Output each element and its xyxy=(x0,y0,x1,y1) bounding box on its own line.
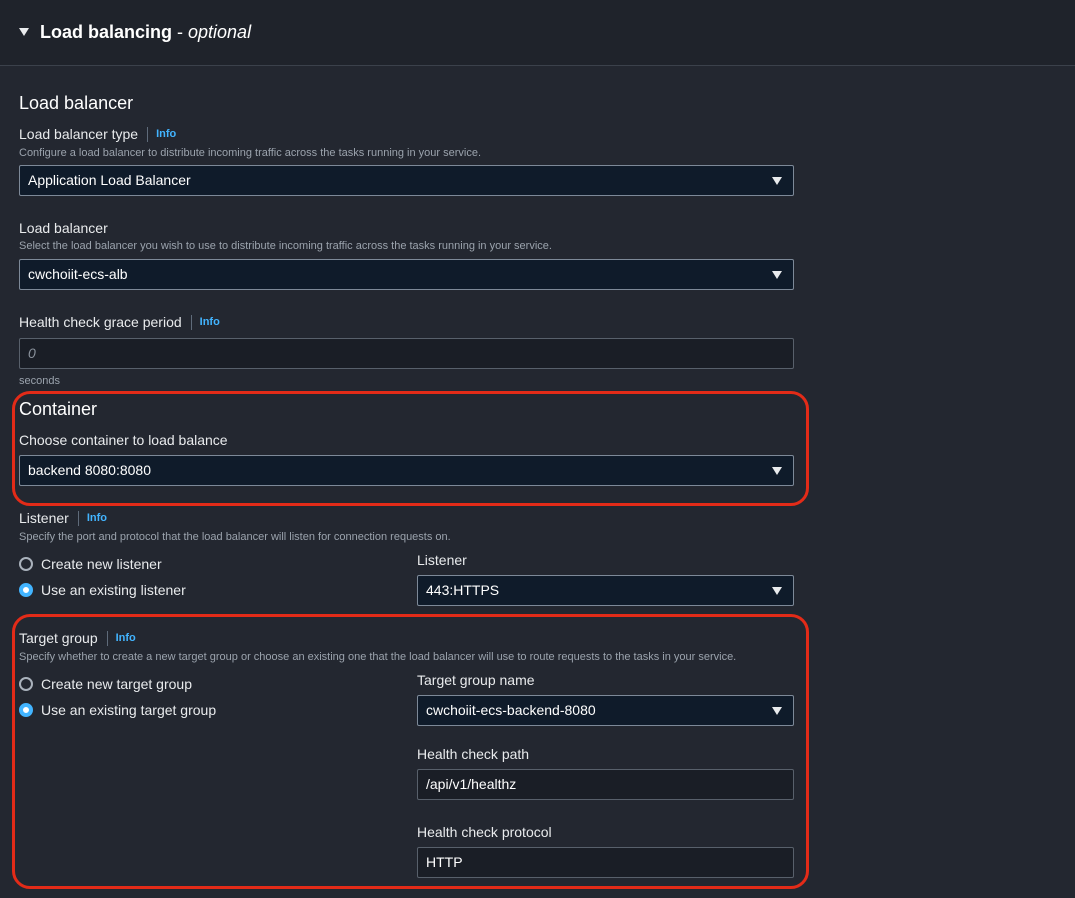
health-check-path-label: Health check path xyxy=(417,746,530,762)
target-group-name-select[interactable]: cwchoiit-ecs-backend-8080 xyxy=(417,695,794,726)
grace-period-input[interactable]: 0 xyxy=(19,338,794,369)
divider xyxy=(190,314,192,330)
container-select[interactable]: backend 8080:8080 xyxy=(19,455,794,486)
listener-info-link[interactable]: Info xyxy=(87,512,107,524)
dropdown-arrow-icon xyxy=(772,587,782,595)
radio-button-icon[interactable] xyxy=(19,557,33,571)
section-header[interactable]: Load balancing - optional xyxy=(0,0,1075,66)
lb-type-label-row: Load balancer type Info xyxy=(19,126,176,142)
dropdown-arrow-icon xyxy=(772,271,782,279)
radio-button-selected-icon[interactable] xyxy=(19,703,33,717)
health-check-path-value: /api/v1/healthz xyxy=(426,776,517,792)
target-group-label: Target group xyxy=(19,630,98,646)
lb-type-label: Load balancer type xyxy=(19,126,139,142)
health-check-protocol-value: HTTP xyxy=(426,854,463,870)
title-separator: - xyxy=(172,22,189,42)
grace-label: Health check grace period xyxy=(19,314,182,330)
health-check-protocol-label: Health check protocol xyxy=(417,824,552,840)
radio-button-selected-icon[interactable] xyxy=(19,583,33,597)
lb-type-select[interactable]: Application Load Balancer xyxy=(19,165,794,196)
container-highlight xyxy=(12,391,809,506)
radio-label: Use an existing listener xyxy=(41,582,186,598)
target-group-name-value: cwchoiit-ecs-backend-8080 xyxy=(426,702,596,718)
target-group-info-link[interactable]: Info xyxy=(116,632,136,644)
divider xyxy=(77,510,79,526)
section-title-text: Load balancing xyxy=(40,22,173,42)
listener-select-label: Listener xyxy=(417,552,467,568)
lb-type-value: Application Load Balancer xyxy=(28,172,191,188)
lb-label: Load balancer xyxy=(19,220,108,236)
radio-existing-listener[interactable]: Use an existing listener xyxy=(19,582,186,598)
radio-create-listener[interactable]: Create new listener xyxy=(19,556,162,572)
lb-value: cwchoiit-ecs-alb xyxy=(28,266,128,282)
listener-description: Specify the port and protocol that the l… xyxy=(19,531,451,543)
listener-label: Listener xyxy=(19,510,69,526)
container-value: backend 8080:8080 xyxy=(28,462,151,478)
grace-info-link[interactable]: Info xyxy=(200,316,220,328)
radio-existing-target-group[interactable]: Use an existing target group xyxy=(19,702,216,718)
health-check-protocol-field: HTTP xyxy=(417,847,794,878)
lb-type-description: Configure a load balancer to distribute … xyxy=(19,147,482,159)
health-check-path-field: /api/v1/healthz xyxy=(417,769,794,800)
section-title: Load balancing - optional xyxy=(40,22,251,43)
target-group-name-label: Target group name xyxy=(417,672,535,688)
target-group-label-row: Target group Info xyxy=(19,630,136,646)
container-heading: Container xyxy=(19,399,98,419)
divider xyxy=(106,630,108,646)
grace-placeholder: 0 xyxy=(28,345,36,361)
listener-label-row: Listener Info xyxy=(19,510,107,526)
container-choose-label: Choose container to load balance xyxy=(19,432,228,448)
radio-label: Create new target group xyxy=(41,676,192,692)
lb-type-info-link[interactable]: Info xyxy=(156,128,176,140)
caret-down-icon[interactable] xyxy=(19,28,29,36)
listener-select[interactable]: 443:HTTPS xyxy=(417,575,794,606)
lb-select[interactable]: cwchoiit-ecs-alb xyxy=(19,259,794,290)
grace-label-row: Health check grace period Info xyxy=(19,314,220,330)
dropdown-arrow-icon xyxy=(772,467,782,475)
dropdown-arrow-icon xyxy=(772,177,782,185)
radio-button-icon[interactable] xyxy=(19,677,33,691)
lb-description: Select the load balancer you wish to use… xyxy=(19,240,552,252)
divider xyxy=(147,126,149,142)
radio-create-target-group[interactable]: Create new target group xyxy=(19,676,192,692)
radio-label: Use an existing target group xyxy=(41,702,217,718)
grace-unit: seconds xyxy=(19,375,60,387)
radio-label: Create new listener xyxy=(41,556,162,572)
load-balancer-heading: Load balancer xyxy=(19,93,134,113)
optional-label: optional xyxy=(188,22,252,42)
dropdown-arrow-icon xyxy=(772,707,782,715)
listener-value: 443:HTTPS xyxy=(426,582,500,598)
target-group-description: Specify whether to create a new target g… xyxy=(19,651,737,663)
